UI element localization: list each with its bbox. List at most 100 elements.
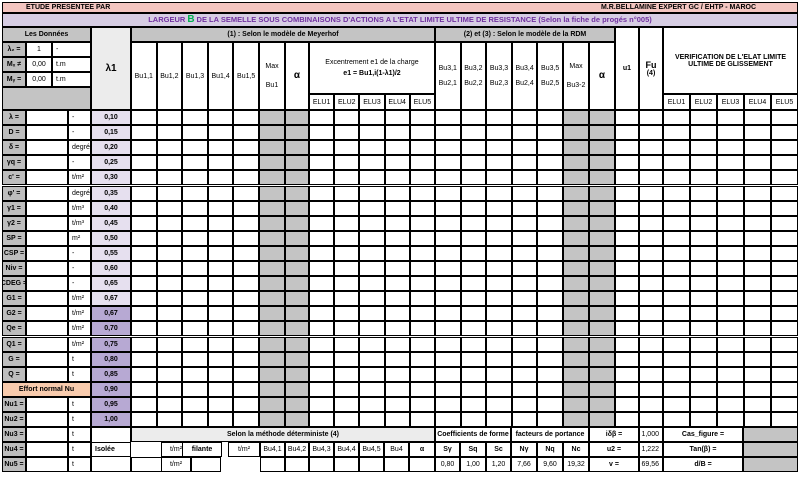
result-cell: [511, 125, 538, 140]
result-cell: [663, 140, 690, 155]
meyer-elu-header: ELU2: [334, 94, 360, 110]
result-cell: [334, 170, 360, 185]
result-cell: [259, 412, 285, 427]
bottom-alpha: α: [409, 442, 435, 457]
result-cell: [384, 337, 410, 352]
result-cell: [334, 276, 360, 291]
param-value-input[interactable]: [26, 321, 68, 336]
nu-value-input[interactable]: [26, 427, 68, 442]
result-cell: [156, 216, 183, 231]
donnee-value-input[interactable]: 0,00: [26, 57, 52, 72]
result-cell: [690, 216, 717, 231]
result-cell: [131, 155, 157, 170]
param-value-input[interactable]: [26, 276, 68, 291]
donnee-value-input[interactable]: 0,00: [26, 72, 52, 87]
param-value-input[interactable]: [26, 246, 68, 261]
bu4-value: [309, 457, 334, 472]
result-cell: [384, 246, 410, 261]
result-cell: [384, 306, 410, 321]
result-cell: [182, 321, 208, 336]
result-cell: [744, 382, 771, 397]
result-cell: [334, 186, 360, 201]
result-cell: [233, 125, 259, 140]
result-cell: [156, 276, 183, 291]
param-label: Q =: [2, 367, 26, 382]
lambda1-value: 0,65: [91, 276, 131, 291]
result-cell: [435, 125, 461, 140]
result-cell: [334, 367, 360, 382]
result-cell: [744, 276, 771, 291]
donnee-label: λ₂ =: [2, 42, 26, 57]
result-cell: [615, 231, 639, 246]
param-value-input[interactable]: [26, 110, 68, 125]
param-value-input[interactable]: [26, 216, 68, 231]
nu-value-input[interactable]: [26, 442, 68, 457]
nu-value-input[interactable]: [26, 397, 68, 412]
param-value-input[interactable]: [26, 231, 68, 246]
fact-value: 7,66: [511, 457, 537, 472]
result-cell: [259, 306, 285, 321]
result-cell: [717, 382, 744, 397]
lambda1-value: 0,85: [91, 367, 131, 382]
result-cell: [182, 186, 208, 201]
result-cell: [563, 367, 589, 382]
result-cell: [182, 140, 208, 155]
result-cell: [744, 170, 771, 185]
result-cell: [207, 110, 234, 125]
result-cell: [309, 337, 335, 352]
result-cell: [182, 382, 208, 397]
param-value-input[interactable]: [26, 367, 68, 382]
param-label: D =: [2, 125, 26, 140]
qa-unit: t/m²: [161, 457, 191, 472]
bottom-check-label: Cas_figure =: [663, 427, 743, 442]
param-value-input[interactable]: [26, 125, 68, 140]
result-cell: [182, 291, 208, 306]
result-cell: [690, 352, 717, 367]
result-cell: [663, 367, 690, 382]
result-cell: [131, 261, 157, 276]
result-cell: [690, 155, 717, 170]
param-value-input[interactable]: [26, 155, 68, 170]
nu-value-input[interactable]: [26, 457, 68, 472]
result-cell: [460, 186, 487, 201]
param-value-input[interactable]: [26, 201, 68, 216]
result-cell: [334, 337, 360, 352]
result-cell: [511, 231, 538, 246]
result-cell: [334, 412, 360, 427]
donnee-label: Mₓ ≠: [2, 57, 26, 72]
result-cell: [259, 216, 285, 231]
result-cell: [233, 261, 259, 276]
param-value-input[interactable]: [26, 186, 68, 201]
result-cell: [285, 216, 309, 231]
lambda1-value: 0,45: [91, 216, 131, 231]
result-cell: [615, 337, 639, 352]
donnee-value-input[interactable]: 1: [26, 42, 52, 57]
param-value-input[interactable]: [26, 170, 68, 185]
result-cell: [334, 291, 360, 306]
param-unit: t: [68, 367, 91, 382]
param-value-input[interactable]: [26, 291, 68, 306]
result-cell: [156, 261, 183, 276]
result-cell: [537, 397, 563, 412]
result-cell: [233, 140, 259, 155]
coef-label: Sc: [486, 442, 511, 457]
result-cell: [615, 352, 639, 367]
param-value-input[interactable]: [26, 352, 68, 367]
param-value-input[interactable]: [26, 140, 68, 155]
result-cell: [486, 367, 512, 382]
result-cell: [537, 246, 563, 261]
nu-unit: t: [68, 397, 91, 412]
param-value-input[interactable]: [26, 261, 68, 276]
result-cell: [409, 321, 435, 336]
param-value-input[interactable]: [26, 306, 68, 321]
nu-value-input[interactable]: [26, 412, 68, 427]
result-cell: [207, 412, 234, 427]
result-cell: [537, 155, 563, 170]
param-value-input[interactable]: [26, 337, 68, 352]
lambda1-value: 0,50: [91, 231, 131, 246]
qa-value-input[interactable]: [191, 457, 221, 472]
result-cell: [460, 261, 487, 276]
result-cell: [334, 306, 360, 321]
result-cell: [486, 412, 512, 427]
result-cell: [384, 170, 410, 185]
